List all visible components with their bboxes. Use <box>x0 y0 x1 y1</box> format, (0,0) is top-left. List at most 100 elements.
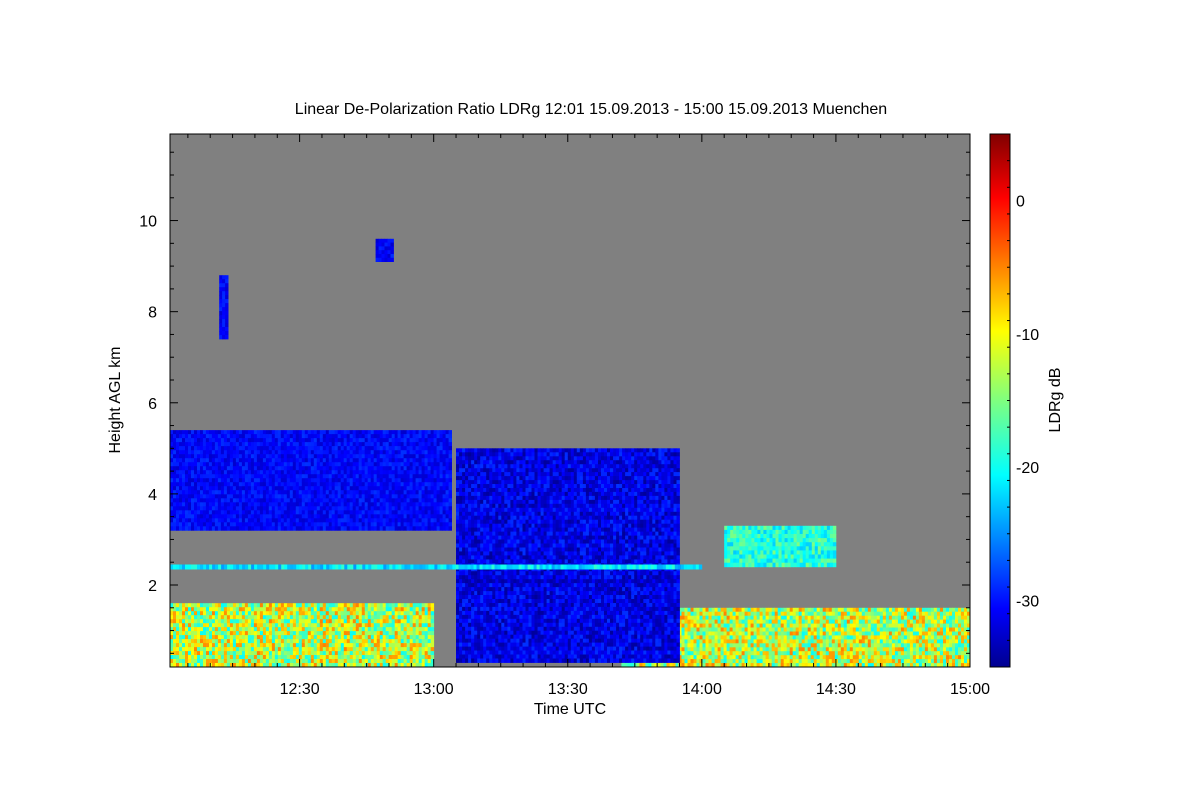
heatmap-cell <box>376 607 381 612</box>
heatmap-cell <box>370 651 375 656</box>
heatmap-cell <box>331 651 336 656</box>
heatmap-cell <box>268 526 273 531</box>
heatmap-cell <box>202 506 207 511</box>
heatmap-cell <box>687 631 691 636</box>
heatmap-cell <box>298 494 303 499</box>
heatmap-cell <box>238 438 243 443</box>
heatmap-cell <box>840 659 845 664</box>
heatmap-cell <box>831 651 836 656</box>
heatmap-cell <box>205 478 210 483</box>
heatmap-cell <box>182 470 186 475</box>
heatmap-cell <box>768 655 773 660</box>
heatmap-cell <box>355 454 360 459</box>
heatmap-cell <box>849 619 854 624</box>
heatmap-cell <box>337 627 342 632</box>
heatmap-cell <box>307 446 312 451</box>
heatmap-cell <box>322 474 327 479</box>
heatmap-cell <box>301 442 306 447</box>
heatmap-cell <box>801 631 806 636</box>
heatmap-cell <box>927 615 932 620</box>
heatmap-cell <box>295 490 300 495</box>
heatmap-cell <box>247 643 252 648</box>
heatmap-cell <box>319 607 324 612</box>
heatmap-cell <box>334 490 339 495</box>
heatmap-cell <box>382 619 387 624</box>
heatmap-cell <box>949 635 953 640</box>
heatmap-cell <box>379 514 384 519</box>
heatmap-cell <box>268 482 273 487</box>
heatmap-cell <box>241 607 246 612</box>
heatmap-cell <box>179 518 183 523</box>
heatmap-cell <box>256 603 261 608</box>
heatmap-cell <box>179 506 183 511</box>
heatmap-cell <box>726 651 730 656</box>
heatmap-cell <box>229 434 234 439</box>
heatmap-cell <box>753 639 757 644</box>
heatmap-cell <box>912 655 917 660</box>
heatmap-cell <box>268 434 273 439</box>
heatmap-cell <box>705 659 709 664</box>
heatmap-cell <box>223 478 228 483</box>
heatmap-cell <box>771 607 776 613</box>
heatmap-cell <box>292 607 297 612</box>
heatmap-cell <box>750 635 754 640</box>
heatmap-cell <box>247 442 252 447</box>
heatmap-cell <box>226 466 231 471</box>
heatmap-cell <box>358 490 363 495</box>
heatmap-cell <box>804 607 809 613</box>
heatmap-cell <box>301 651 306 656</box>
heatmap-cell <box>376 474 381 479</box>
heatmap-cell <box>292 619 297 624</box>
heatmap-cell <box>208 434 213 439</box>
heatmap-cell <box>810 647 815 652</box>
heatmap-cell <box>253 510 258 515</box>
heatmap-cell <box>427 627 432 632</box>
heatmap-cell <box>343 607 348 612</box>
heatmap-cell <box>936 611 941 616</box>
heatmap-cell <box>798 631 803 636</box>
heatmap-cell <box>367 442 372 447</box>
heatmap-cell <box>235 518 240 523</box>
heatmap-cell <box>250 458 255 463</box>
heatmap-cell <box>952 631 956 636</box>
heatmap-cell <box>271 603 276 608</box>
heatmap-cell <box>307 506 312 511</box>
heatmap-cell <box>358 639 363 644</box>
heatmap-cell <box>214 647 219 652</box>
heatmap-cell <box>208 518 213 523</box>
heatmap-cell <box>915 647 920 652</box>
heatmap-cell <box>376 514 381 519</box>
heatmap-cell <box>927 627 932 632</box>
heatmap-cell <box>253 619 258 624</box>
heatmap-cell <box>197 434 201 439</box>
heatmap-cell <box>286 607 291 612</box>
heatmap-cell <box>271 450 276 455</box>
heatmap-cell <box>211 498 216 503</box>
heatmap-cell <box>852 651 857 656</box>
heatmap-cell <box>280 498 285 503</box>
heatmap-cell <box>185 502 189 507</box>
heatmap-cell <box>274 619 279 624</box>
heatmap-cell <box>319 442 324 447</box>
heatmap-cell <box>753 647 757 652</box>
heatmap-cell <box>173 438 177 443</box>
heatmap-cell <box>211 510 216 515</box>
heatmap-cell <box>903 651 908 656</box>
heatmap-cell <box>346 454 351 459</box>
heatmap-cell <box>176 623 180 628</box>
heatmap-cell <box>289 631 294 636</box>
heatmap-cell <box>364 482 369 487</box>
heatmap-cell <box>732 639 736 644</box>
heatmap-cell <box>376 466 381 471</box>
heatmap-cell <box>304 446 309 451</box>
heatmap-cell <box>358 514 363 519</box>
heatmap-cell <box>762 607 766 613</box>
heatmap-cell <box>795 631 800 636</box>
heatmap-cell <box>382 611 387 616</box>
heatmap-cell <box>852 623 857 628</box>
heatmap-cell <box>191 458 195 463</box>
heatmap-cell <box>349 659 354 664</box>
heatmap-cell <box>690 639 694 644</box>
heatmap-cell <box>702 659 706 664</box>
heatmap-cell <box>202 482 207 487</box>
